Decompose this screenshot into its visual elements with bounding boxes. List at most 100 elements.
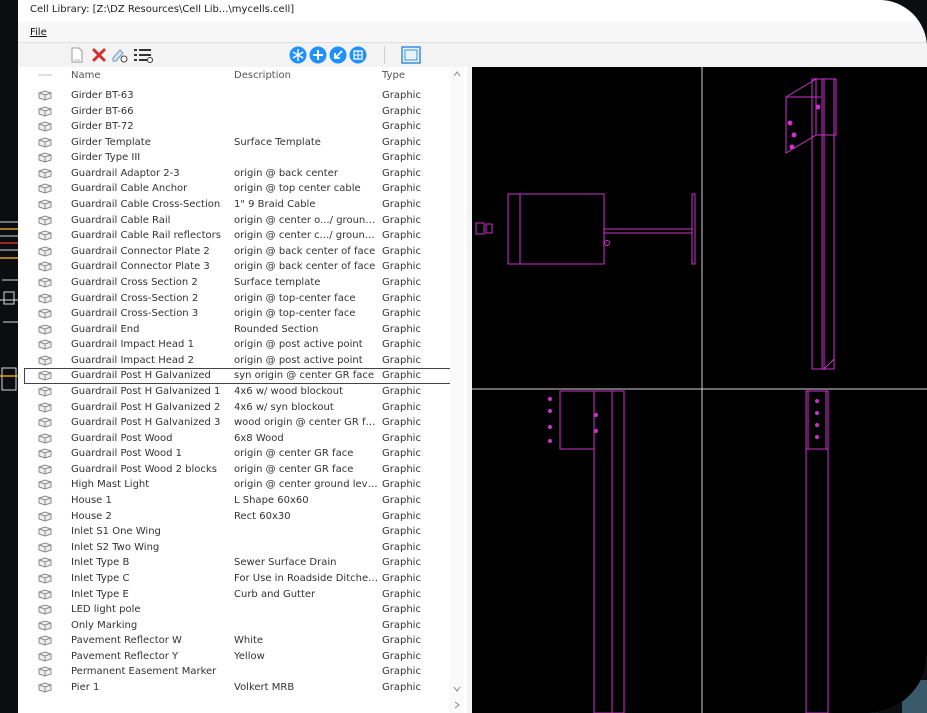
scroll-right-icon[interactable] [453, 701, 461, 709]
cell-name: Guardrail End [71, 323, 140, 335]
cell-list-row[interactable]: Pavement Reflector W White Graphic [18, 633, 467, 649]
cell-name: Guardrail Cable Cross-Section [71, 199, 221, 211]
add-icon[interactable] [308, 46, 328, 64]
cell-name: High Mast Light [71, 479, 150, 491]
cell-description: Rect 60x30 [234, 510, 291, 522]
column-header-type[interactable]: Type [382, 70, 405, 81]
scroll-down-icon[interactable] [453, 686, 461, 692]
cell-type: Graphic [382, 354, 421, 366]
cell-list-row[interactable]: Pier 1 Volkert MRB Graphic [18, 680, 467, 696]
cell-list-row[interactable]: Guardrail Post Wood 2 blocks origin @ cen… [18, 462, 467, 478]
cell-list-row[interactable]: Guardrail Cable Anchor origin @ top cente… [18, 181, 467, 197]
cell-name: Pavement Reflector W [71, 635, 182, 647]
cell-list-row[interactable]: Guardrail Impact Head 2 origin @ post act… [18, 353, 467, 369]
cell-list-row[interactable]: Girder Type III Graphic [18, 150, 467, 166]
cell-list-row[interactable]: Inlet Type C For Use in Roadside Ditches … [18, 571, 467, 587]
cell-list-row[interactable]: Guardrail Cable Rail reflectors origin @ … [18, 228, 467, 244]
cell-list-row[interactable]: Guardrail Post H Galvanized 2 4x6 w/ syn … [18, 400, 467, 416]
cell-list-row[interactable]: Guardrail Cross-Section 2 origin @ top-ce… [18, 291, 467, 307]
cell-list-row[interactable]: House 2 Rect 60x30 Graphic [18, 509, 467, 525]
edit-cell-icon[interactable] [110, 46, 130, 64]
cell-description: For Use in Roadside Ditches (18'... [234, 572, 379, 584]
cell-description: 6x8 Wood [234, 432, 284, 444]
cell-icon [38, 495, 52, 506]
cell-name: Pavement Reflector Y [71, 650, 179, 662]
cell-description: Surface Template [234, 136, 321, 148]
cell-list-row[interactable]: Guardrail Post H Galvanized syn origin @ … [24, 368, 456, 384]
cell-icon [38, 261, 52, 272]
cell-type: Graphic [382, 183, 421, 195]
scroll-up-icon[interactable] [453, 71, 461, 77]
cell-list-row[interactable]: Guardrail Impact Head 1 origin @ post act… [18, 337, 467, 353]
column-header-description[interactable]: Description [234, 70, 291, 81]
new-cell-icon[interactable] [68, 46, 86, 64]
cell-list-row[interactable]: Guardrail End Rounded Section Graphic [18, 322, 467, 338]
cell-name: Girder BT-66 [71, 105, 134, 117]
cell-name: Guardrail Cross-Section 3 [71, 308, 199, 320]
cell-list-row[interactable]: Guardrail Connector Plate 3 origin @ back… [18, 259, 467, 275]
cell-type: Graphic [382, 463, 421, 475]
cell-type: Graphic [382, 572, 421, 584]
cell-name: Guardrail Connector Plate 2 [71, 245, 210, 257]
cell-description: 1" 9 Braid Cable [234, 199, 316, 211]
cell-list-row[interactable]: Guardrail Cable Cross-Section 1" 9 Braid … [18, 197, 467, 213]
cell-list-row[interactable]: Guardrail Adaptor 2-3 origin @ back cente… [18, 166, 467, 182]
cell-icon [38, 183, 52, 194]
list-view-icon[interactable] [132, 46, 154, 64]
cell-list-row[interactable]: Guardrail Post H Galvanized 3 wood origin… [18, 415, 467, 431]
column-header-name[interactable]: Name [71, 70, 101, 81]
header-icon-column [38, 74, 52, 76]
cell-icon [38, 417, 52, 428]
cell-list-row[interactable]: Girder Template Surface Template Graphic [18, 135, 467, 151]
cell-type: Graphic [382, 666, 421, 678]
cell-description: Curb and Gutter [234, 588, 316, 600]
cell-list-row[interactable]: Permanent Easement Marker Graphic [18, 664, 467, 680]
cell-list-row[interactable]: Guardrail Post Wood 6x8 Wood Graphic [18, 431, 467, 447]
list-scrollbar[interactable] [450, 67, 464, 713]
cell-list-row[interactable]: Inlet S2 Two Wing Graphic [18, 540, 467, 556]
cell-description: 4x6 w/ syn blockout [234, 401, 334, 413]
cell-type: Graphic [382, 230, 421, 242]
menu-file[interactable]: File [30, 27, 47, 38]
cell-description: origin @ center o.../ ground level [234, 214, 379, 226]
cell-list-row[interactable]: Inlet S1 One Wing Graphic [18, 524, 467, 540]
cell-list-row[interactable]: Guardrail Cross-Section 3 origin @ top-ce… [18, 306, 467, 322]
cell-list-row[interactable]: Guardrail Cable Rail origin @ center o...… [18, 213, 467, 229]
snowflake-icon[interactable] [288, 46, 308, 64]
cell-list-row[interactable]: Guardrail Cross Section 2 Surface templat… [18, 275, 467, 291]
cell-list-row[interactable]: Only Marking Graphic [18, 618, 467, 634]
cell-list-row[interactable]: LED light pole Graphic [18, 602, 467, 618]
cell-list-row[interactable]: Inlet Type E Curb and Gutter Graphic [18, 587, 467, 603]
cell-list-row[interactable]: Girder BT-72 Graphic [18, 119, 467, 135]
cell-list-row[interactable]: High Mast Light origin @ center ground le… [18, 477, 467, 493]
cell-list-row[interactable]: Guardrail Post H Galvanized 1 4x6 w/ wood… [18, 384, 467, 400]
cell-list-row[interactable]: Pavement Reflector Y Yellow Graphic [18, 649, 467, 665]
cell-name: LED light pole [71, 604, 141, 616]
cell-type: Graphic [382, 432, 421, 444]
cell-list-row[interactable]: Guardrail Connector Plate 2 origin @ back… [18, 244, 467, 260]
cell-description: origin @ top center cable [234, 183, 361, 195]
cell-list-row[interactable]: Girder BT-66 Graphic [18, 104, 467, 120]
cell-list-row[interactable]: Guardrail Post Wood 1 origin @ center GR … [18, 446, 467, 462]
cell-name: Girder BT-72 [71, 121, 134, 133]
cell-description: Rounded Section [234, 323, 319, 335]
cell-name: Guardrail Post H Galvanized 1 [71, 385, 221, 397]
grid-icon[interactable] [348, 46, 368, 64]
cell-description: origin @ center c.../ ground level [234, 230, 379, 242]
cell-list-row[interactable]: Girder BT-63 Graphic [18, 88, 467, 104]
cell-name: Girder Type III [71, 152, 141, 164]
cell-list-row[interactable]: Inlet Type B Sewer Surface Drain Graphic [18, 555, 467, 571]
cell-name: Guardrail Cross-Section 2 [71, 292, 199, 304]
cell-icon [38, 682, 52, 693]
cell-icon [38, 588, 52, 600]
cell-type: Graphic [382, 370, 421, 382]
cell-name: Guardrail Post Wood 2 blocks [71, 463, 217, 475]
delete-icon[interactable] [90, 46, 108, 64]
cell-type: Graphic [382, 292, 421, 304]
preview-toggle-icon[interactable] [400, 46, 422, 64]
cell-icon [38, 106, 52, 117]
arrow-back-icon[interactable] [328, 46, 348, 64]
cell-description: origin @ center ground level 1... [234, 479, 379, 491]
cell-list-row[interactable]: House 1 L Shape 60x60 Graphic [18, 493, 467, 509]
cell-type: Graphic [382, 541, 421, 553]
